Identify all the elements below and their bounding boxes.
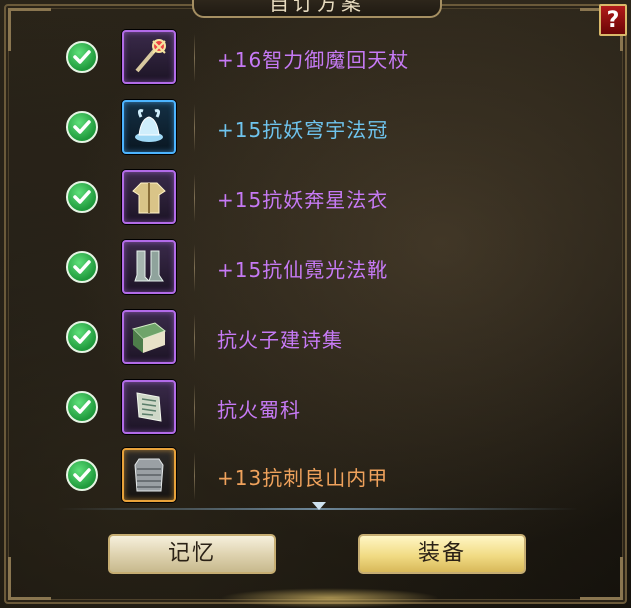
equipment-row[interactable]: +16智力御魔回天杖 bbox=[62, 28, 582, 88]
custom-plan-panel: 自订方案 ? +16智力御魔回天杖 +15抗妖穹宇法冠 +15抗妖奔星法衣 +1… bbox=[0, 0, 631, 608]
checkmark-icon[interactable] bbox=[66, 251, 98, 283]
row-divider bbox=[194, 244, 195, 292]
row-divider bbox=[194, 34, 195, 82]
checkmark-icon[interactable] bbox=[66, 181, 98, 213]
equipment-row[interactable]: +15抗妖穹宇法冠 bbox=[62, 98, 582, 158]
equipment-name: +13抗刺良山内甲 bbox=[217, 466, 389, 490]
equipment-row[interactable]: +15抗仙霓光法靴 bbox=[62, 238, 582, 298]
equipment-name: 抗火子建诗集 bbox=[217, 328, 343, 352]
equipment-row[interactable]: 抗火蜀科 bbox=[62, 378, 582, 438]
row-divider bbox=[194, 384, 195, 432]
scroll-down-indicator-icon bbox=[312, 502, 326, 510]
equipment-name: 抗火蜀科 bbox=[217, 398, 301, 422]
frame-corner-top-left bbox=[8, 8, 51, 51]
boots-icon[interactable] bbox=[122, 240, 176, 294]
row-divider bbox=[194, 174, 195, 222]
help-button[interactable]: ? bbox=[599, 4, 627, 36]
crown-icon[interactable] bbox=[122, 100, 176, 154]
frame-corner-bottom-left bbox=[8, 557, 51, 600]
checkmark-icon[interactable] bbox=[66, 391, 98, 423]
row-divider bbox=[194, 104, 195, 152]
row-divider bbox=[194, 452, 195, 500]
panel-frame bbox=[4, 4, 627, 604]
equip-button[interactable]: 装备 bbox=[358, 534, 526, 574]
frame-corner-bottom-right bbox=[580, 557, 623, 600]
scroll-icon[interactable] bbox=[122, 380, 176, 434]
equipment-name: +16智力御魔回天杖 bbox=[217, 48, 410, 72]
checkmark-icon[interactable] bbox=[66, 459, 98, 491]
armor-icon[interactable] bbox=[122, 448, 176, 502]
equipment-row[interactable]: +15抗妖奔星法衣 bbox=[62, 168, 582, 228]
checkmark-icon[interactable] bbox=[66, 41, 98, 73]
memory-button[interactable]: 记忆 bbox=[108, 534, 276, 574]
row-divider bbox=[194, 314, 195, 362]
staff-icon[interactable] bbox=[122, 30, 176, 84]
checkmark-icon[interactable] bbox=[66, 111, 98, 143]
equipment-name: +15抗妖奔星法衣 bbox=[217, 188, 389, 212]
book-icon[interactable] bbox=[122, 310, 176, 364]
equipment-row[interactable]: 抗火子建诗集 bbox=[62, 308, 582, 368]
panel-title: 自订方案 bbox=[269, 0, 365, 15]
robe-icon[interactable] bbox=[122, 170, 176, 224]
equipment-name: +15抗妖穹宇法冠 bbox=[217, 118, 389, 142]
bottom-glow bbox=[220, 588, 440, 608]
checkmark-icon[interactable] bbox=[66, 321, 98, 353]
equipment-row[interactable]: +13抗刺良山内甲 bbox=[62, 446, 582, 506]
panel-title-tab: 自订方案 bbox=[192, 0, 442, 18]
equipment-name: +15抗仙霓光法靴 bbox=[217, 258, 389, 282]
